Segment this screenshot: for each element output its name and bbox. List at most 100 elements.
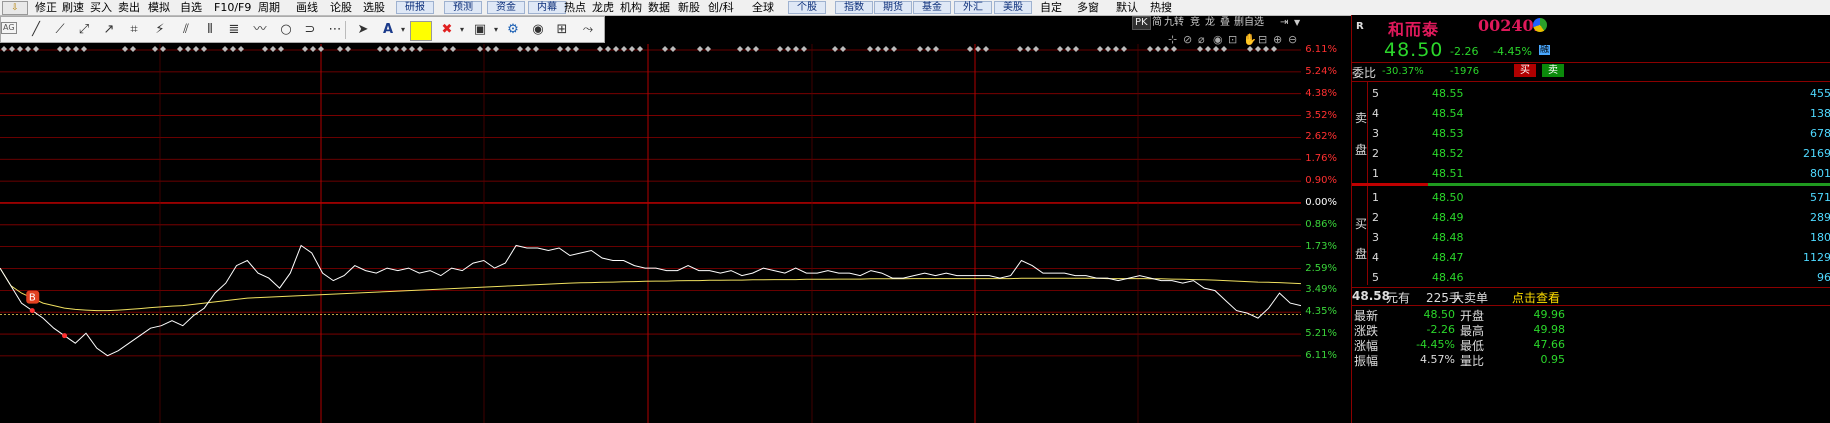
percent-axis: 6.11% 5.24% 4.38% 3.52% 2.62% 1.76% 0.90% 0.00%…	[1301, 44, 1351, 423]
menu-item[interactable]: 买入	[90, 0, 112, 15]
menu-item[interactable]: 外汇	[954, 1, 992, 14]
y-axis-label: 1.76%	[1305, 153, 1337, 165]
menu-item[interactable]: 资金	[487, 1, 525, 14]
chart-svg[interactable]: B	[0, 44, 1301, 423]
menu-item[interactable]: 自定	[1040, 0, 1062, 15]
double-arrow-icon[interactable]: ⤢	[75, 21, 93, 39]
overlay-button[interactable]: 叠	[1220, 16, 1230, 30]
menu-item[interactable]: 默认	[1116, 0, 1138, 15]
menu-item[interactable]: 机构	[620, 0, 642, 15]
menu-item[interactable]: 修正	[35, 0, 57, 15]
crop-icon[interactable]: ⌗	[125, 21, 143, 39]
menu-item[interactable]: 选股	[363, 0, 385, 15]
arc-icon[interactable]: ⊃	[301, 21, 319, 39]
menu-item[interactable]: 龙虎	[592, 0, 614, 15]
order-book-row[interactable]: 2 48.52 2169	[1352, 144, 1830, 163]
menu-item[interactable]: 创/科	[708, 0, 734, 15]
menu-item[interactable]: F10/F9	[214, 0, 251, 15]
event-marker	[1155, 46, 1161, 52]
remove-watchlist-button[interactable]: 删自选	[1234, 16, 1264, 30]
event-marker	[1271, 46, 1277, 52]
order-book-row[interactable]: 2 48.49 289	[1352, 208, 1830, 227]
menu-item[interactable]: 研报	[396, 1, 434, 14]
event-marker	[983, 46, 989, 52]
auction-button[interactable]: 竞	[1190, 16, 1200, 30]
menu-item[interactable]: 个股	[788, 1, 826, 14]
eye-icon[interactable]: ◉	[529, 21, 547, 39]
event-marker	[737, 46, 743, 52]
dragon-button[interactable]: 龙	[1205, 16, 1215, 30]
buy-button[interactable]: 买	[1514, 64, 1536, 77]
menu-item[interactable]: 模拟	[148, 0, 170, 15]
order-book-row[interactable]: 5 48.46 96	[1352, 268, 1830, 287]
menu-item[interactable]: 全球	[752, 0, 774, 15]
event-marker	[801, 46, 807, 52]
parallel-lines-icon[interactable]: ⫽	[177, 21, 195, 39]
event-marker	[777, 46, 783, 52]
event-marker	[867, 46, 873, 52]
arrow-icon[interactable]: ↗	[100, 21, 118, 39]
menu-item[interactable]: 指数	[835, 1, 873, 14]
order-book-row[interactable]: 1 48.50 571	[1352, 188, 1830, 207]
menu-item[interactable]: 卖出	[118, 0, 140, 15]
menu-item[interactable]: 多窗	[1077, 0, 1099, 15]
menu-item[interactable]: 期货	[874, 1, 912, 14]
settings-icon[interactable]: ⚙	[504, 21, 522, 39]
jiuzhuan-button[interactable]: 九转	[1164, 16, 1184, 30]
order-book-row[interactable]: 4 48.47 1129	[1352, 248, 1830, 267]
view-details-link[interactable]: 点击查看	[1512, 289, 1560, 306]
share-icon[interactable]: ⤳	[579, 21, 597, 39]
menu-item[interactable]: 新股	[678, 0, 700, 15]
fill-color-swatch[interactable]	[410, 21, 432, 41]
simple-button[interactable]: 简	[1152, 16, 1162, 30]
order-book-row[interactable]: 5 48.55 455	[1352, 84, 1830, 103]
menu-item[interactable]: 论股	[330, 0, 352, 15]
text-dropdown-icon[interactable]: ▾	[394, 21, 412, 39]
line-segment-icon[interactable]: ╱	[27, 21, 45, 39]
order-book-row[interactable]: 4 48.54 138	[1352, 104, 1830, 123]
menu-item[interactable]: 画线	[296, 0, 318, 15]
pie-chart-icon[interactable]	[1533, 18, 1547, 32]
menu-item[interactable]: 数据	[648, 0, 670, 15]
event-marker	[753, 46, 759, 52]
delete-dropdown-icon[interactable]: ▾	[453, 21, 471, 39]
menu-item[interactable]: 刷速	[62, 0, 84, 15]
divider	[1352, 287, 1830, 288]
more-icon[interactable]: ⋯	[326, 21, 344, 39]
order-book-row[interactable]: 3 48.48 180	[1352, 228, 1830, 247]
dropdown-icon[interactable]: ▼	[1294, 16, 1300, 30]
circle-icon[interactable]: ○	[277, 21, 295, 39]
drawing-toolbar: AG ╱ ⟋ ⤢ ↗ ⌗ ⚡ ⫽ ⦀ ≣ 〰 ○ ⊃ ⋯ ➤ ✖ ▣ ⚙ ◉ ⊞ ⤳ A ▾ ▾ ▾	[0, 16, 605, 43]
event-marker	[409, 46, 415, 52]
cursor-icon[interactable]: ➤	[354, 21, 372, 39]
pk-button[interactable]: PK	[1132, 16, 1151, 30]
event-marker	[883, 46, 889, 52]
menu-item[interactable]: 内幕	[528, 1, 566, 14]
menu-item[interactable]: 预测	[444, 1, 482, 14]
level-volume: 455	[1810, 87, 1830, 100]
event-marker	[1121, 46, 1127, 52]
menu-item[interactable]: 自选	[180, 0, 202, 15]
gann-fan-icon[interactable]: ⚡	[151, 21, 169, 39]
y-axis-label: 2.59%	[1305, 262, 1337, 274]
menu-item[interactable]: 周期	[258, 0, 280, 15]
grid-icon[interactable]: ⊞	[553, 21, 571, 39]
intraday-chart[interactable]: B	[0, 44, 1301, 423]
save-dropdown-icon[interactable]: ▾	[487, 21, 505, 39]
menu-item[interactable]: 热点	[564, 0, 586, 15]
menu-item[interactable]: 美股	[994, 1, 1032, 14]
stat-value: 49.96	[1533, 308, 1566, 321]
vertical-lines-icon[interactable]: ⦀	[201, 21, 219, 39]
menu-item[interactable]: 热搜	[1150, 0, 1172, 15]
ray-icon[interactable]: ⟋	[51, 21, 69, 39]
order-book-row[interactable]: 3 48.53 678	[1352, 124, 1830, 143]
stock-name[interactable]: 和而泰	[1388, 16, 1439, 40]
home-button[interactable]: ⇩	[2, 1, 28, 15]
order-book-row[interactable]: 1 48.51 801	[1352, 164, 1830, 183]
wave-icon[interactable]: 〰	[251, 21, 269, 39]
pin-icon[interactable]: ⇥	[1280, 16, 1288, 30]
menu-item[interactable]: 基金	[913, 1, 951, 14]
big-order-unit: 元有	[1386, 291, 1411, 305]
fibonacci-icon[interactable]: ≣	[225, 21, 243, 39]
sell-button[interactable]: 卖	[1542, 64, 1564, 77]
